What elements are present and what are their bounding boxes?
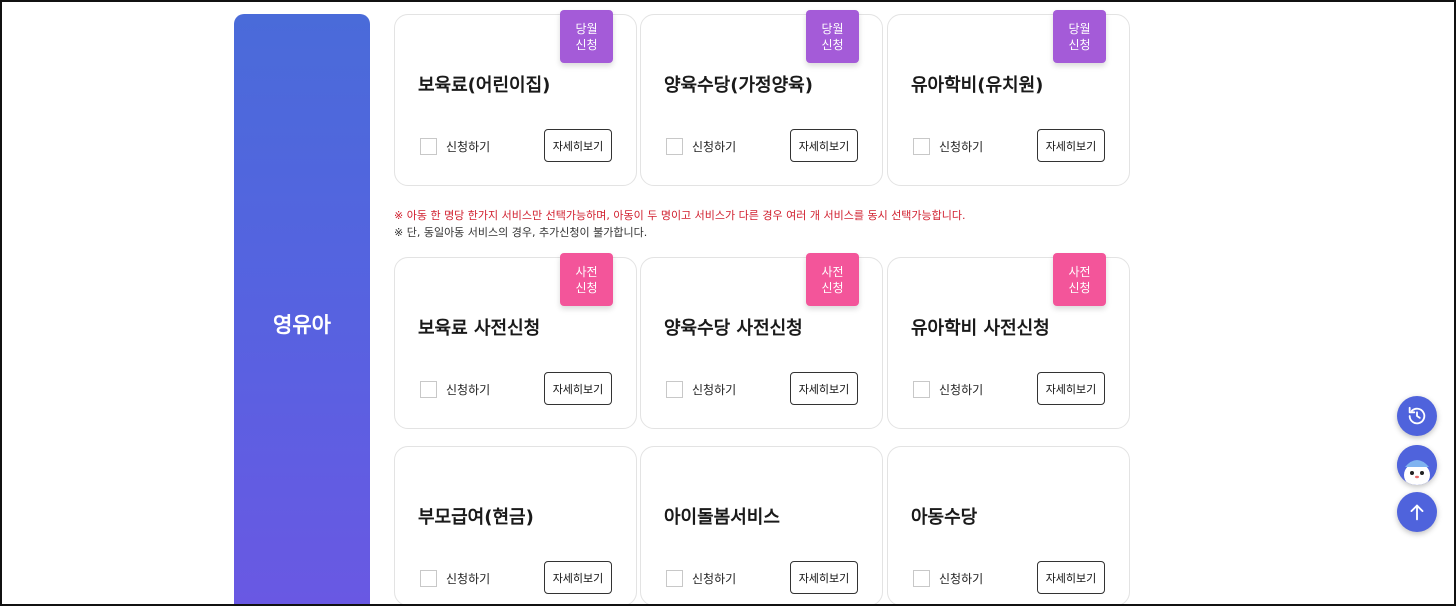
detail-button[interactable]: 자세히보기 <box>790 561 858 594</box>
service-card: 당월 신청 양육수당(가정양육) 신청하기 자세히보기 <box>640 10 883 186</box>
service-card: 당월 신청 유아학비(유치원) 신청하기 자세히보기 <box>887 10 1130 186</box>
scroll-top-button[interactable] <box>1397 492 1437 532</box>
card-title: 아이돌봄서비스 <box>664 507 780 528</box>
apply-label: 신청하기 <box>446 572 491 586</box>
apply-label: 신청하기 <box>939 140 984 154</box>
card-title: 유아학비(유치원) <box>911 75 1044 96</box>
pre-apply-badge: 사전 신청 <box>560 253 613 306</box>
checkbox-box[interactable] <box>666 570 683 587</box>
apply-checkbox[interactable]: 신청하기 <box>420 138 490 155</box>
checkbox-box[interactable] <box>420 381 437 398</box>
detail-button[interactable]: 자세히보기 <box>790 372 858 405</box>
pre-apply-badge: 사전 신청 <box>1053 253 1106 306</box>
service-card: 사전 신청 양육수당 사전신청 신청하기 자세히보기 <box>640 253 883 429</box>
apply-label: 신청하기 <box>446 140 491 154</box>
checkbox-box[interactable] <box>420 138 437 155</box>
category-sidebar: 영유아 <box>234 14 370 606</box>
service-card: 사전 신청 보육료 사전신청 신청하기 자세히보기 <box>394 253 637 429</box>
detail-button[interactable]: 자세히보기 <box>544 129 612 162</box>
apply-checkbox[interactable]: 신청하기 <box>913 570 983 587</box>
chatbot-avatar-icon <box>1397 445 1437 485</box>
apply-checkbox[interactable]: 신청하기 <box>420 570 490 587</box>
checkbox-box[interactable] <box>913 138 930 155</box>
detail-button[interactable]: 자세히보기 <box>1037 129 1105 162</box>
detail-button[interactable]: 자세히보기 <box>1037 372 1105 405</box>
notice-selection-rule: ※ 아동 한 명당 한가지 서비스만 선택가능하며, 아동이 두 명이고 서비스… <box>394 209 966 222</box>
apply-label: 신청하기 <box>692 572 737 586</box>
month-apply-badge: 당월 신청 <box>1053 10 1106 63</box>
chatbot-button[interactable] <box>1397 445 1437 485</box>
notice-duplicate-rule: ※ 단, 동일아동 서비스의 경우, 추가신청이 불가합니다. <box>394 226 648 239</box>
detail-button[interactable]: 자세히보기 <box>544 561 612 594</box>
card-title: 유아학비 사전신청 <box>911 318 1050 339</box>
history-icon <box>1408 406 1426 425</box>
month-apply-badge: 당월 신청 <box>560 10 613 63</box>
service-card: 아이돌봄서비스 신청하기 자세히보기 <box>640 446 883 606</box>
card-title: 양육수당 사전신청 <box>664 318 803 339</box>
detail-button[interactable]: 자세히보기 <box>544 372 612 405</box>
category-label: 영유아 <box>273 313 331 337</box>
card-title: 부모급여(현금) <box>418 507 534 528</box>
service-card: 사전 신청 유아학비 사전신청 신청하기 자세히보기 <box>887 253 1130 429</box>
apply-label: 신청하기 <box>939 383 984 397</box>
arrow-up-icon <box>1410 504 1424 521</box>
checkbox-box[interactable] <box>913 570 930 587</box>
apply-checkbox[interactable]: 신청하기 <box>666 381 736 398</box>
apply-label: 신청하기 <box>692 140 737 154</box>
month-apply-badge: 당월 신청 <box>806 10 859 63</box>
history-button[interactable] <box>1397 396 1437 436</box>
checkbox-box[interactable] <box>913 381 930 398</box>
service-card: 아동수당 신청하기 자세히보기 <box>887 446 1130 606</box>
apply-label: 신청하기 <box>692 383 737 397</box>
detail-button[interactable]: 자세히보기 <box>790 129 858 162</box>
pre-apply-badge: 사전 신청 <box>806 253 859 306</box>
service-card: 당월 신청 보육료(어린이집) 신청하기 자세히보기 <box>394 10 637 186</box>
checkbox-box[interactable] <box>420 570 437 587</box>
apply-label: 신청하기 <box>446 383 491 397</box>
detail-button[interactable]: 자세히보기 <box>1037 561 1105 594</box>
card-title: 보육료(어린이집) <box>418 75 551 96</box>
apply-checkbox[interactable]: 신청하기 <box>420 381 490 398</box>
card-title: 아동수당 <box>911 507 978 528</box>
service-card: 부모급여(현금) 신청하기 자세히보기 <box>394 446 637 606</box>
card-title: 보육료 사전신청 <box>418 318 541 339</box>
apply-checkbox[interactable]: 신청하기 <box>913 138 983 155</box>
apply-checkbox[interactable]: 신청하기 <box>913 381 983 398</box>
apply-checkbox[interactable]: 신청하기 <box>666 570 736 587</box>
card-title: 양육수당(가정양육) <box>664 75 813 96</box>
checkbox-box[interactable] <box>666 138 683 155</box>
apply-checkbox[interactable]: 신청하기 <box>666 138 736 155</box>
checkbox-box[interactable] <box>666 381 683 398</box>
apply-label: 신청하기 <box>939 572 984 586</box>
